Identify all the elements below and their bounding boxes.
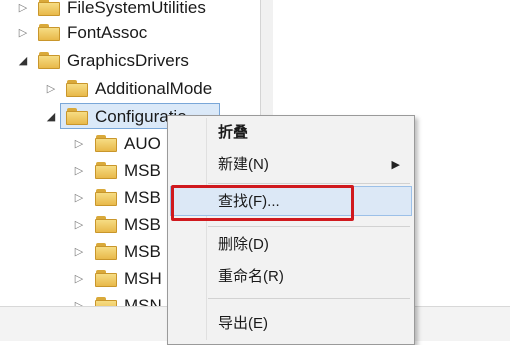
tree-item-additionalmode[interactable]: ▷ AdditionalMode [0, 76, 262, 102]
collapse-arrow-icon[interactable]: ◢ [44, 104, 58, 130]
context-menu: 折叠 新建(N) ▶ 查找(F)... 删除(D) 重命名(R) 导出(E) [167, 115, 415, 345]
folder-icon [95, 270, 117, 287]
folder-icon [66, 108, 88, 125]
tree-item-label: MSB [124, 188, 161, 207]
menu-item-export[interactable]: 导出(E) [170, 309, 412, 339]
submenu-arrow-icon: ▶ [391, 159, 400, 171]
folder-icon [95, 162, 117, 179]
tree-item-label: MSH [124, 269, 162, 288]
expand-arrow-icon[interactable]: ▷ [72, 266, 86, 292]
expand-arrow-icon[interactable]: ▷ [72, 185, 86, 211]
folder-icon [38, 24, 60, 41]
menu-item-label: 删除(D) [218, 236, 269, 253]
folder-icon [95, 297, 117, 306]
menu-item-label: 导出(E) [218, 315, 268, 332]
menu-separator [208, 183, 410, 184]
folder-icon [66, 80, 88, 97]
menu-separator [208, 226, 410, 227]
tree-item-label: AdditionalMode [95, 79, 213, 98]
folder-icon [95, 216, 117, 233]
tree-item-label: MSB [124, 161, 161, 180]
menu-separator [208, 298, 410, 299]
annotation-highlight-frame [171, 185, 354, 221]
expand-arrow-icon[interactable]: ▷ [16, 0, 30, 21]
menu-item-delete[interactable]: 删除(D) [170, 230, 412, 260]
menu-item-label: 重命名(R) [218, 268, 284, 285]
folder-icon [95, 243, 117, 260]
tree-item-filesystemutilities[interactable]: ▷ FileSystemUtilities [0, 0, 262, 21]
folder-icon [95, 135, 117, 152]
tree-item-label: FileSystemUtilities [67, 0, 206, 17]
menu-item-collapse[interactable]: 折叠 [170, 118, 412, 148]
collapse-arrow-icon[interactable]: ◢ [16, 48, 30, 74]
tree-item-label: MSB [124, 215, 161, 234]
menu-item-new[interactable]: 新建(N) ▶ [170, 150, 412, 180]
menu-item-label: 新建(N) [218, 156, 269, 173]
tree-item-fontassoc[interactable]: ▷ FontAssoc [0, 20, 262, 46]
tree-item-label: FontAssoc [67, 23, 148, 42]
menu-item-label: 折叠 [218, 124, 249, 141]
expand-arrow-icon[interactable]: ▷ [72, 131, 86, 157]
expand-arrow-icon[interactable]: ▷ [44, 76, 58, 102]
tree-item-label: GraphicsDrivers [67, 51, 189, 70]
menu-item-rename[interactable]: 重命名(R) [170, 262, 412, 292]
folder-icon [38, 0, 60, 16]
expand-arrow-icon[interactable]: ▷ [16, 20, 30, 46]
expand-arrow-icon[interactable]: ▷ [72, 212, 86, 238]
expand-arrow-icon[interactable]: ▷ [72, 293, 86, 306]
tree-item-label: MSB [124, 242, 161, 261]
tree-item-label: MSN [124, 296, 162, 306]
expand-arrow-icon[interactable]: ▷ [72, 158, 86, 184]
tree-item-label: AUO [124, 134, 161, 153]
expand-arrow-icon[interactable]: ▷ [72, 239, 86, 265]
folder-icon [95, 189, 117, 206]
tree-item-graphicsdrivers[interactable]: ◢ GraphicsDrivers [0, 48, 262, 74]
folder-icon [38, 52, 60, 69]
